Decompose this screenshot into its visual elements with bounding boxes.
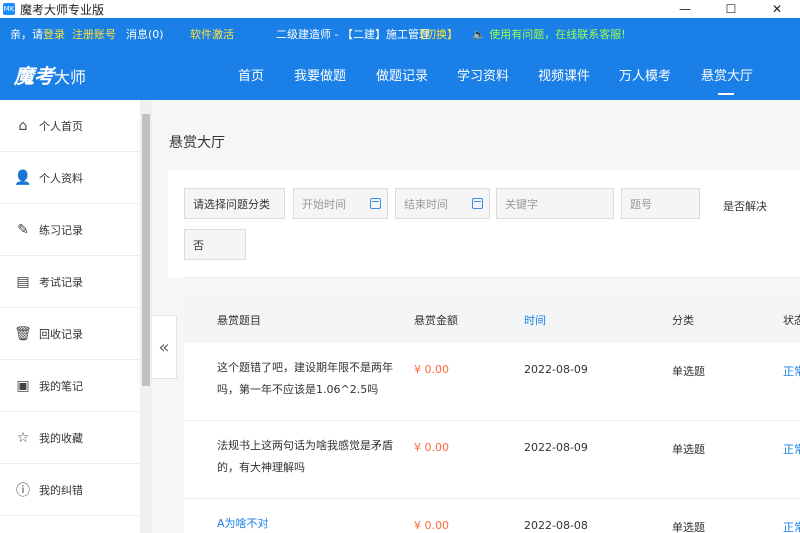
window-titlebar: MK 魔考大师专业版 — ☐ ✕: [0, 0, 800, 18]
sidebar-item-exam-records[interactable]: ▤ 考试记录: [0, 256, 140, 308]
table-row[interactable]: 这个题错了吧，建设期年限不是两年吗，第一年不应该是1.06^2.5吗 ¥ 0.0…: [184, 343, 800, 421]
messages-link[interactable]: 消息(0): [126, 26, 164, 42]
minimize-button[interactable]: —: [662, 0, 708, 18]
post-date: 2022-08-09: [524, 363, 588, 376]
nav-reward-hall[interactable]: 悬赏大厅: [701, 65, 753, 84]
nav-active-indicator: [718, 93, 734, 95]
post-date: 2022-08-08: [524, 519, 588, 532]
question-title[interactable]: 法规书上这两句话为啥我感觉是矛盾的，有大神理解吗: [217, 435, 397, 479]
main-navbar: 魔考大师 首页 我要做题 做题记录 学习资料 视频课件 万人模考 悬赏大厅: [0, 46, 800, 100]
help-label: 使用有问题，在线联系客服!: [489, 28, 626, 41]
question-title[interactable]: 这个题错了吧，建设期年限不是两年吗，第一年不应该是1.06^2.5吗: [217, 357, 397, 401]
trash-icon: 🗑: [14, 325, 32, 342]
filter-panel: [168, 170, 800, 278]
calendar-icon: [370, 198, 381, 209]
sidebar-item-practice-records[interactable]: ✎ 练习记录: [0, 204, 140, 256]
reward-amount: ¥ 0.00: [414, 519, 449, 532]
nav-home[interactable]: 首页: [238, 65, 264, 84]
sidebar-item-favorites[interactable]: ☆ 我的收藏: [0, 412, 140, 464]
close-button[interactable]: ✕: [754, 0, 800, 18]
start-time-placeholder: 开始时间: [302, 197, 346, 211]
header-question: 悬赏题目: [217, 314, 261, 327]
logo-main-text: 魔考: [14, 64, 54, 88]
page-title: 悬赏大厅: [169, 135, 225, 151]
table-header: 悬赏题目 悬赏金额 时间 分类 状态: [184, 295, 800, 343]
register-link[interactable]: 注册账号: [72, 26, 116, 42]
sidebar-collapse-button[interactable]: «: [152, 315, 177, 379]
post-date: 2022-08-09: [524, 441, 588, 454]
keyword-input[interactable]: 关键字: [496, 188, 614, 219]
nav-practice[interactable]: 我要做题: [294, 65, 346, 84]
status-badge: 正常: [783, 365, 800, 378]
sidebar-item-home[interactable]: ⌂ 个人首页: [0, 100, 140, 152]
table-row[interactable]: A为啥不对 ¥ 0.00 2022-08-08 单选题 正常: [184, 499, 800, 533]
sidebar-item-label: 练习记录: [39, 223, 83, 237]
switch-exam-link[interactable]: 【切换】: [414, 26, 458, 42]
user-icon: 👤: [14, 169, 32, 186]
header-category: 分类: [672, 314, 694, 327]
brand-logo[interactable]: 魔考大师: [14, 60, 86, 89]
end-time-placeholder: 结束时间: [404, 197, 448, 211]
resolved-label: 是否解决: [723, 200, 767, 213]
reward-amount: ¥ 0.00: [414, 363, 449, 376]
help-link[interactable]: 🔈 使用有问题，在线联系客服!: [472, 26, 626, 42]
sidebar-item-recycle[interactable]: 🗑 回收记录: [0, 308, 140, 360]
sidebar-item-profile[interactable]: 👤 个人资料: [0, 152, 140, 204]
sidebar-item-label: 回收记录: [39, 327, 83, 341]
nav-materials[interactable]: 学习资料: [457, 65, 509, 84]
category-select[interactable]: 请选择问题分类: [184, 188, 285, 219]
reward-amount: ¥ 0.00: [414, 441, 449, 454]
app-logo-icon: MK: [3, 3, 15, 15]
sidebar-item-label: 我的收藏: [39, 431, 83, 445]
sidebar-item-label: 个人资料: [39, 171, 83, 185]
sidebar-item-label: 我的纠错: [39, 483, 83, 497]
window-controls: — ☐ ✕: [662, 0, 800, 18]
status-badge: 正常: [783, 443, 800, 456]
sidebar-scroll-thumb[interactable]: [142, 114, 150, 386]
nav-videos[interactable]: 视频课件: [538, 65, 590, 84]
sidebar-item-label: 考试记录: [39, 275, 83, 289]
activate-link[interactable]: 软件激活: [190, 26, 234, 42]
top-info-bar: 亲，请登录 注册账号 消息(0) 软件激活 二级建造师 - 【二建】施工管理 【…: [0, 18, 800, 46]
header-status: 状态: [783, 314, 800, 327]
end-time-field[interactable]: 结束时间: [395, 188, 490, 219]
question-title[interactable]: A为啥不对: [217, 513, 397, 533]
status-badge: 正常: [783, 521, 800, 533]
nav-mock-exam[interactable]: 万人模考: [619, 65, 671, 84]
double-chevron-left-icon: «: [158, 336, 170, 358]
speaker-icon: 🔈: [472, 28, 490, 41]
header-amount[interactable]: 悬赏金额: [414, 312, 458, 328]
start-time-field[interactable]: 开始时间: [293, 188, 388, 219]
logo-sub-text: 大师: [54, 68, 87, 87]
sidebar-item-label: 我的笔记: [39, 379, 83, 393]
star-icon: ☆: [16, 429, 30, 446]
nav-records[interactable]: 做题记录: [376, 65, 428, 84]
header-time[interactable]: 时间: [524, 312, 546, 328]
greeting-label: 亲，请: [10, 28, 43, 41]
table-row[interactable]: 法规书上这两句话为啥我感觉是矛盾的，有大神理解吗 ¥ 0.00 2022-08-…: [184, 421, 800, 499]
question-category: 单选题: [672, 521, 705, 533]
alert-icon: ⓘ: [16, 482, 30, 499]
edit-icon: ✎: [17, 221, 29, 238]
home-icon: ⌂: [18, 117, 28, 134]
window-title: 魔考大师专业版: [20, 2, 105, 17]
sidebar-item-corrections[interactable]: ⓘ 我的纠错: [0, 464, 140, 516]
filter-divider: [184, 277, 800, 278]
greeting-text: 亲，请登录: [10, 26, 65, 42]
sidebar-scrollbar[interactable]: [140, 100, 152, 533]
note-icon: ▣: [16, 377, 30, 394]
maximize-button[interactable]: ☐: [708, 0, 754, 18]
sidebar-item-label: 个人首页: [39, 119, 83, 133]
calendar-icon: [472, 198, 483, 209]
question-category: 单选题: [672, 443, 705, 456]
resolved-select[interactable]: 否: [184, 229, 246, 260]
login-link[interactable]: 登录: [43, 28, 65, 41]
document-icon: ▤: [16, 273, 30, 290]
question-number-input[interactable]: 题号: [621, 188, 700, 219]
sidebar: ⌂ 个人首页 👤 个人资料 ✎ 练习记录 ▤ 考试记录 🗑 回收记录 ▣ 我的笔…: [0, 100, 152, 533]
exam-subject: 二级建造师 - 【二建】施工管理: [276, 28, 430, 41]
sidebar-item-notes[interactable]: ▣ 我的笔记: [0, 360, 140, 412]
question-category: 单选题: [672, 365, 705, 378]
reward-table: 悬赏题目 悬赏金额 时间 分类 状态 这个题错了吧，建设期年限不是两年吗，第一年…: [184, 295, 800, 533]
